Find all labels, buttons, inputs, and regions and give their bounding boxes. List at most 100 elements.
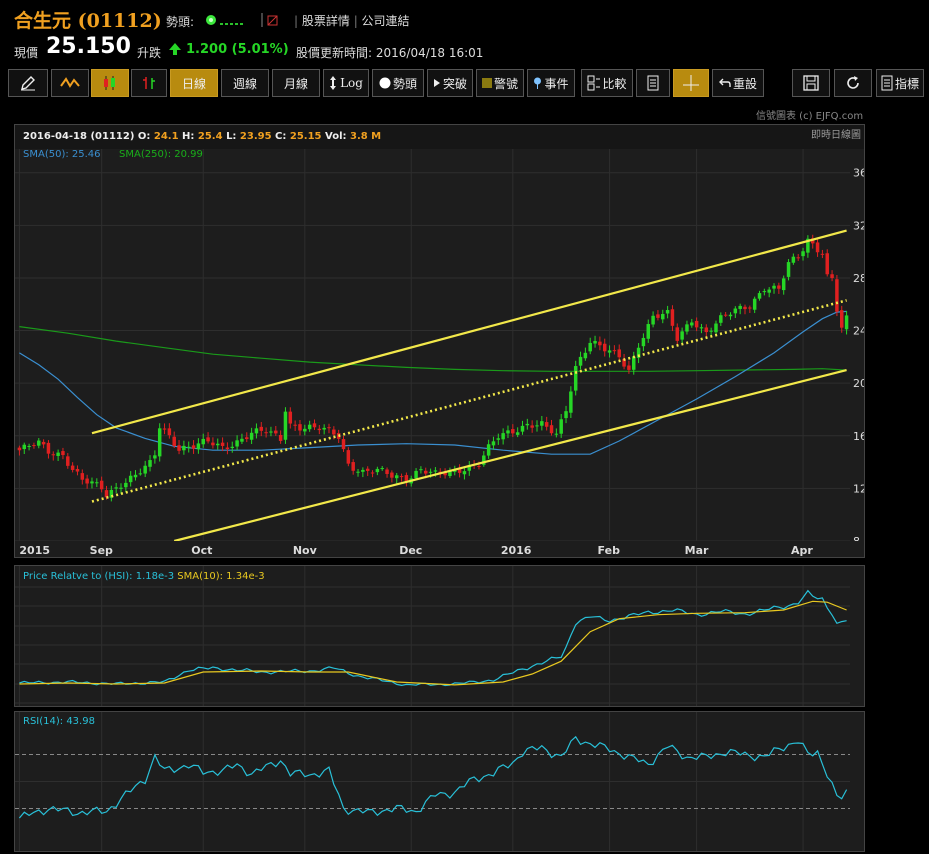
candle <box>293 424 297 426</box>
price-panel[interactable]: 812162024283236 2015SepOctNovDec2016FebM… <box>14 124 865 558</box>
candle <box>235 440 239 447</box>
y-tick-label: 20 <box>853 377 864 390</box>
candle <box>365 468 370 471</box>
crosshair-icon <box>683 75 699 91</box>
candle <box>709 330 713 332</box>
play-icon <box>433 79 440 87</box>
alert-button[interactable]: 警號 <box>476 69 524 97</box>
signal-bars-icon <box>261 13 278 27</box>
candle <box>143 465 147 474</box>
monthly-button[interactable]: 月線 <box>272 69 320 97</box>
trend-button[interactable]: 勢頭 <box>372 69 424 97</box>
refresh-button[interactable] <box>834 69 872 97</box>
candle <box>496 438 501 440</box>
indicators-button[interactable]: 指標 <box>876 69 924 97</box>
info-date: 2016-04-18 (01112) O: 24.1 H: 25.4 L: 23… <box>23 131 381 142</box>
candlestick-icon <box>104 76 115 90</box>
candle <box>433 470 438 472</box>
log-button[interactable]: Log <box>323 69 369 97</box>
y-tick-label: 12 <box>853 482 864 495</box>
candle <box>665 310 670 314</box>
candle <box>375 468 380 473</box>
relative-sma-line <box>19 600 847 686</box>
candle <box>578 356 583 366</box>
candle <box>51 454 56 456</box>
candle <box>428 471 433 473</box>
undo-icon <box>718 78 731 87</box>
data-window-button[interactable] <box>636 69 670 97</box>
candle <box>559 419 563 434</box>
rsi-panel[interactable]: 305070 RSI(14): 43.98 <box>14 711 865 852</box>
candle <box>119 487 123 489</box>
y-tick-label: 36 <box>853 167 864 180</box>
x-tick-label: Feb <box>598 544 621 557</box>
refresh-icon <box>847 76 859 89</box>
stock-detail-link[interactable]: 股票詳情 <box>302 14 350 28</box>
crosshair-button[interactable] <box>673 69 709 97</box>
company-link[interactable]: 公司連結 <box>362 14 410 28</box>
line-chart-button[interactable] <box>51 69 89 97</box>
update-value: 2016/04/18 16:01 <box>375 46 484 60</box>
relative-chart[interactable]: 4.0e-46.0e-48.0e-41.0e-31.1e-31.4e-31.6e… <box>15 566 864 706</box>
candle <box>75 468 80 472</box>
ohlc-button[interactable] <box>131 69 167 97</box>
candle <box>685 324 689 332</box>
candle <box>511 429 515 434</box>
candle <box>767 289 771 293</box>
candle <box>370 472 375 474</box>
candle <box>477 465 481 467</box>
candle <box>22 444 26 450</box>
realtime-label: 即時日線圖 <box>811 128 861 141</box>
candle <box>646 324 650 339</box>
x-tick-label: Sep <box>90 544 113 557</box>
relative-panel[interactable]: 4.0e-46.0e-48.0e-41.0e-31.1e-31.4e-31.6e… <box>14 565 865 707</box>
compare-button[interactable]: 比較 <box>581 69 633 97</box>
compare-label: 比較 <box>602 76 627 91</box>
rsi-chart[interactable]: 305070 RSI(14): 43.98 <box>15 712 864 851</box>
candle <box>564 411 568 419</box>
candle <box>283 411 288 440</box>
candle <box>641 337 646 347</box>
candle <box>56 452 60 456</box>
candle <box>656 314 660 318</box>
candle <box>70 465 75 470</box>
candle <box>699 327 704 329</box>
breakout-button[interactable]: 突破 <box>427 69 473 97</box>
alert-icon <box>481 78 492 88</box>
candle <box>748 307 752 309</box>
draw-tool-button[interactable] <box>8 69 48 97</box>
candle <box>583 352 588 359</box>
candle <box>462 471 467 475</box>
x-tick-label: Dec <box>399 544 422 557</box>
log-label: Log <box>340 76 363 90</box>
candle <box>196 443 201 450</box>
candle <box>390 472 394 478</box>
change-label: 升跌 <box>137 46 162 60</box>
daily-button[interactable]: 日線 <box>170 69 218 97</box>
candle <box>602 343 607 352</box>
weekly-button[interactable]: 週線 <box>221 69 269 97</box>
events-button[interactable]: 事件 <box>527 69 575 97</box>
indicators-label: 指標 <box>894 76 919 91</box>
candlestick-button[interactable] <box>91 69 129 97</box>
candle <box>704 327 709 333</box>
price-chart[interactable]: 812162024283236 2015SepOctNovDec2016FebM… <box>15 125 864 557</box>
price-change: 1.200 (5.01%) <box>186 42 289 57</box>
current-price: 25.150 <box>46 34 131 59</box>
candle <box>544 422 549 427</box>
candle <box>491 441 496 446</box>
y-tick-label: 32 <box>853 219 864 232</box>
save-button[interactable] <box>792 69 830 97</box>
x-tick-label: Apr <box>791 544 813 557</box>
pin-icon <box>534 77 542 89</box>
relative-legend: Price Relatve to (HSI): 1.18e-3 SMA(10):… <box>23 571 265 582</box>
x-tick-label: Oct <box>191 544 212 557</box>
candle <box>486 444 491 456</box>
candle <box>777 285 781 289</box>
candle <box>351 462 355 471</box>
reset-button[interactable]: 重設 <box>712 69 764 97</box>
candle <box>752 298 757 310</box>
candle <box>37 440 41 446</box>
sma250-legend: SMA(250): 20.99 <box>119 149 203 160</box>
candle <box>114 487 118 489</box>
